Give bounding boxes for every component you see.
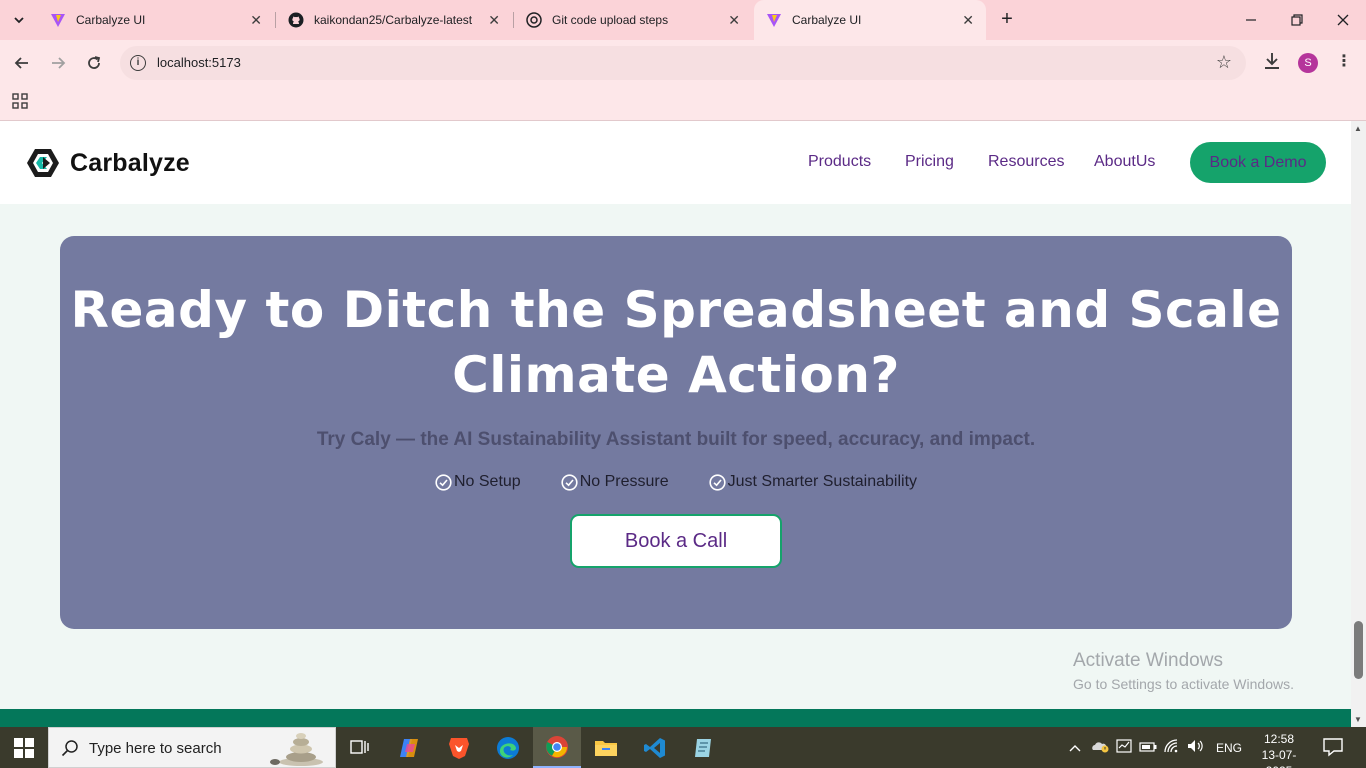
tab-title: Git code upload steps [552,13,669,27]
brand[interactable]: Carbalyze [26,147,190,179]
nav-products[interactable]: Products [808,153,871,171]
profile-avatar[interactable]: S [1298,53,1318,73]
footer-strip [0,709,1351,727]
chrome-browser-icon[interactable] [533,727,581,768]
forward-arrow-icon[interactable] [45,50,71,76]
activate-windows-watermark: Activate Windows Go to Settings to activ… [1073,650,1294,692]
stacked-stones-icon [270,733,323,766]
nav-aboutus[interactable]: AboutUs [1094,153,1155,171]
browser-toolbar: i localhost:5173 ☆ [0,40,1366,85]
scroll-up-arrow-icon[interactable]: ▲ [1354,124,1362,133]
restore-icon[interactable] [1274,0,1320,40]
book-demo-button[interactable]: Book a Demo [1190,142,1326,183]
notification-center-icon[interactable] [1322,737,1344,757]
feature-list: No Setup No Pressure Just Smarter Sustai… [60,473,1292,491]
tab-search-chevron-icon[interactable] [6,7,32,33]
close-icon[interactable]: ✕ [250,13,262,27]
battery-icon[interactable] [1136,741,1160,755]
watermark-title: Activate Windows [1073,650,1223,671]
page-viewport: Carbalyze Products Pricing Resources Abo… [0,121,1351,727]
apps-grid-icon[interactable] [12,93,28,109]
windows-start-icon[interactable] [14,738,34,758]
close-icon[interactable]: ✕ [728,13,740,27]
language-indicator[interactable]: ENG [1216,741,1242,755]
feature-item: No Pressure [561,473,669,491]
system-tray: ENG [1066,727,1242,768]
brand-name: Carbalyze [70,148,190,177]
cta-title-line-1: Ready to Ditch the Spreadsheet and Scale [70,281,1282,339]
task-view-icon[interactable] [336,727,384,768]
cta-title: Ready to Ditch the Spreadsheet and Scale… [60,278,1292,408]
cta-title-line-2: Climate Action? [452,346,900,404]
task-manager-icon[interactable] [1112,739,1136,756]
onedrive-warning-icon[interactable] [1088,739,1112,756]
address-bar[interactable]: i localhost:5173 ☆ [120,46,1246,80]
file-explorer-icon[interactable] [582,727,630,768]
close-icon[interactable]: ✕ [962,13,974,27]
tab-title: Carbalyze UI [792,13,862,27]
vite-icon [51,14,65,27]
wifi-icon[interactable] [1160,739,1184,756]
brave-browser-icon[interactable] [435,727,483,768]
url-text[interactable]: localhost:5173 [157,55,241,70]
site-info-icon[interactable]: i [130,55,146,71]
feature-label: No Setup [453,473,521,490]
carbalyze-logo-icon [27,149,59,177]
reload-icon[interactable] [81,50,107,76]
browser-menu-icon[interactable]: ⋮ [1336,51,1352,73]
tab-github[interactable]: kaikondan25/Carbalyze-latest ✕ [276,0,512,40]
vite-icon [767,14,781,27]
cta-subtitle: Try Caly — the AI Sustainability Assista… [316,429,1036,450]
tab-carbalyze-active[interactable]: Carbalyze UI ✕ [754,0,986,40]
site-header: Carbalyze Products Pricing Resources Abo… [0,121,1351,204]
github-icon [288,12,304,28]
feature-item: Just Smarter Sustainability [709,473,917,491]
download-icon[interactable] [1262,51,1282,71]
clock-date: 13-07-2025 [1261,748,1297,768]
tab-title: kaikondan25/Carbalyze-latest [314,13,473,27]
tab-carbalyze-1[interactable]: Carbalyze UI ✕ [38,0,274,40]
search-placeholder: Type here to search [89,740,222,757]
notepad-app-icon[interactable] [680,727,728,768]
watermark-subtitle: Go to Settings to activate Windows. [1073,676,1294,692]
vscode-icon[interactable] [631,727,679,768]
new-tab-plus-icon[interactable]: + [996,9,1018,31]
bookmarks-bar [0,85,1366,121]
edge-browser-icon[interactable] [484,727,532,768]
tray-chevron-up-icon[interactable] [1066,741,1084,755]
check-circle-icon [709,473,726,491]
back-arrow-icon[interactable] [9,50,35,76]
taskbar-search-box[interactable]: Type here to search [48,727,336,768]
tab-strip: Carbalyze UI ✕ kaikondan25/Carbalyze-lat… [0,0,1366,40]
scrollbar-thumb[interactable] [1354,621,1363,679]
bookmark-star-icon[interactable]: ☆ [1216,52,1232,73]
book-call-button[interactable]: Book a Call [570,514,782,568]
copilot-icon[interactable] [386,727,434,768]
page-scrollbar[interactable]: ▲ ▼ [1351,121,1366,727]
search-icon [61,740,78,757]
window-close-icon[interactable] [1320,0,1366,40]
nav-resources[interactable]: Resources [988,153,1064,171]
feature-label: No Pressure [579,473,669,490]
close-icon[interactable]: ✕ [488,13,500,27]
feature-item: No Setup [435,473,521,491]
check-circle-icon [561,473,578,491]
nav-pricing[interactable]: Pricing [905,153,954,171]
taskbar-clock[interactable]: 12:58 13-07-2025 [1254,731,1304,768]
tab-git-steps[interactable]: Git code upload steps ✕ [514,0,752,40]
check-circle-icon [435,473,452,491]
clock-time: 12:58 [1263,732,1295,746]
chatgpt-icon [526,12,542,28]
cta-card: Ready to Ditch the Spreadsheet and Scale… [60,236,1292,629]
volume-icon[interactable] [1184,739,1208,756]
windows-taskbar: Type here to search ENG 12:58 13-07- [0,727,1366,768]
minimize-icon[interactable] [1228,0,1274,40]
scroll-down-arrow-icon[interactable]: ▼ [1354,715,1362,724]
feature-label: Just Smarter Sustainability [727,473,918,490]
tab-title: Carbalyze UI [76,13,146,27]
